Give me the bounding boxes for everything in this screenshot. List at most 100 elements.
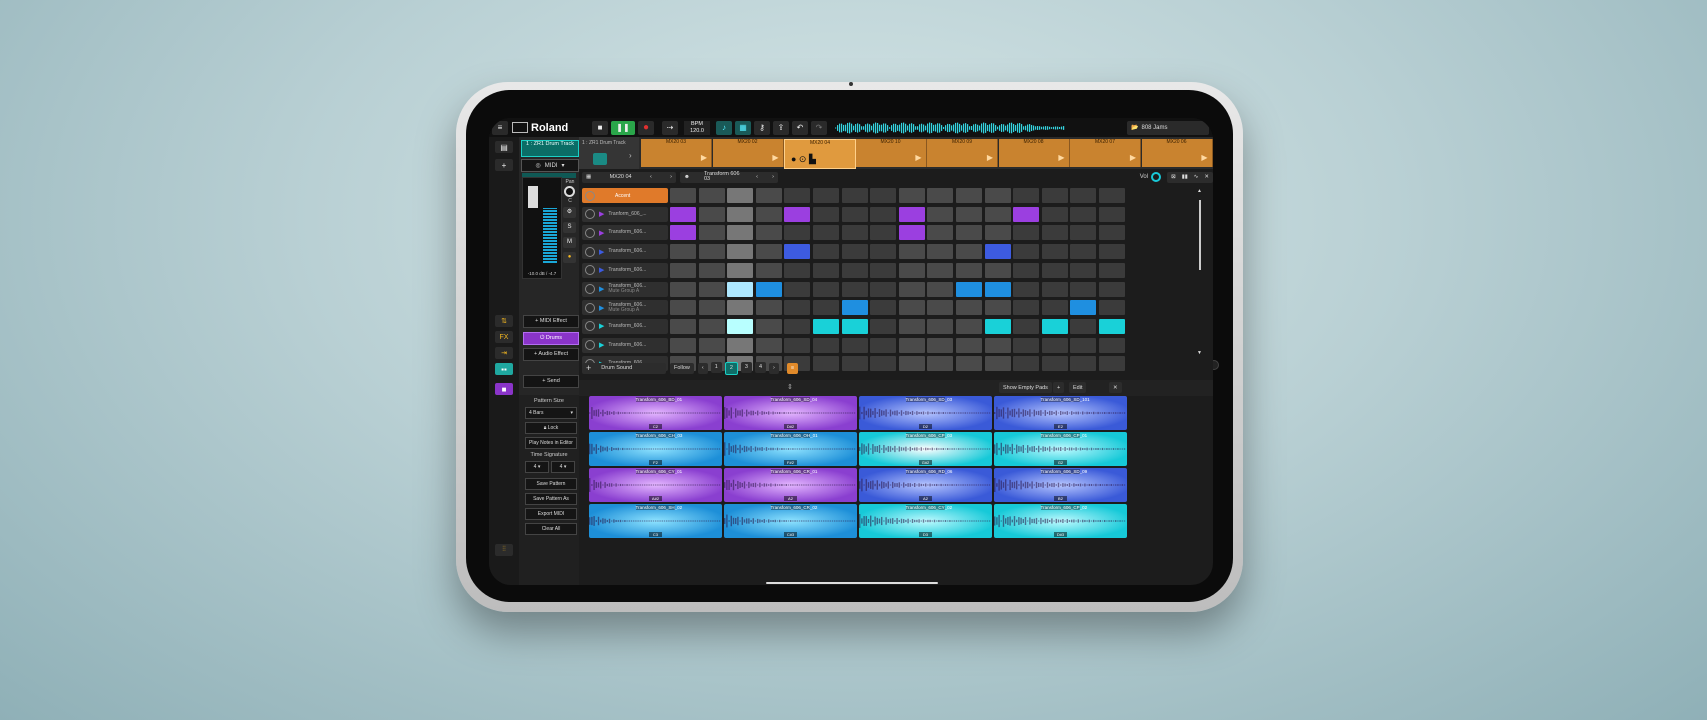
play-icon[interactable]: ▶ (599, 285, 604, 293)
step-cell[interactable] (984, 281, 1011, 297)
jams-selector[interactable]: 📂 808 Jams (1127, 120, 1209, 135)
monitor-icon[interactable]: ● (563, 252, 576, 263)
pads-view-icon[interactable]: ▪▪ (495, 363, 513, 375)
step-cell[interactable] (1070, 337, 1097, 353)
step-cell[interactable] (841, 262, 868, 278)
midi-select[interactable]: ◎ MIDI ▾ (521, 159, 579, 172)
track-name[interactable]: 1 : ZR1 Drum Track (521, 140, 579, 157)
undo-icon[interactable]: ↶ (792, 120, 808, 135)
step-cell[interactable] (898, 318, 925, 334)
step-cell[interactable] (670, 337, 696, 353)
step-cell[interactable] (727, 337, 754, 353)
timesig-numerator[interactable]: 4 ▾ (525, 461, 549, 473)
step-cell[interactable] (1070, 244, 1097, 260)
grid-scrollbar[interactable] (1199, 200, 1201, 270)
row-label-0[interactable]: Accent (582, 188, 668, 203)
effects-icon[interactable]: FX (495, 331, 513, 343)
step-cell[interactable] (1099, 318, 1125, 334)
page-button-3[interactable]: 3 (740, 361, 752, 373)
step-cell[interactable] (670, 318, 696, 334)
step-cell[interactable] (813, 225, 839, 241)
drum-pad[interactable]: Transform_606_CR_02 C#3 (724, 504, 857, 538)
page-button-1[interactable]: 1 (710, 361, 722, 373)
drum-pad[interactable]: Transform_606_SD_03 D2 (859, 396, 992, 430)
row-label-6[interactable]: ▶ Transform_606... Mute Group A (582, 300, 668, 316)
step-cell[interactable] (698, 244, 725, 260)
key-icon[interactable]: ⚷ (754, 120, 770, 135)
step-cell[interactable] (727, 300, 754, 316)
play-icon[interactable]: ▶ (599, 266, 604, 274)
home-indicator[interactable] (766, 582, 938, 584)
timesig-denominator[interactable]: 4 ▾ (551, 461, 575, 473)
step-cell[interactable] (784, 300, 811, 316)
step-cell[interactable] (956, 300, 982, 316)
step-cell[interactable] (698, 337, 725, 353)
step-cell[interactable] (1013, 206, 1040, 222)
close-icon[interactable]: ✕ (1204, 174, 1209, 180)
play-icon[interactable]: ▶ (599, 341, 604, 349)
mute-button[interactable]: M (563, 237, 576, 248)
step-cell[interactable] (727, 281, 754, 297)
add-track-icon[interactable]: + (495, 159, 513, 171)
step-cell[interactable] (1013, 318, 1040, 334)
step-cell[interactable] (898, 262, 925, 278)
clip-mx20-09[interactable]: MX20 09 ▶ (927, 139, 998, 167)
page-button-4[interactable]: 4 (754, 361, 766, 373)
row-label-4[interactable]: ▶ Transform_606... (582, 262, 668, 278)
add-drum-sound-button[interactable]: + Drum Sound (582, 362, 666, 374)
drum-pad[interactable]: Transform_606_CH_03 F2 (589, 432, 722, 466)
step-cell[interactable] (1013, 300, 1040, 316)
send-button[interactable]: + Send (523, 375, 579, 388)
step-cell[interactable] (755, 188, 782, 203)
step-cell[interactable] (1013, 225, 1040, 241)
page-next-icon[interactable]: › (769, 362, 779, 374)
step-cell[interactable] (670, 188, 696, 203)
step-cell[interactable] (927, 206, 954, 222)
step-cell[interactable] (927, 281, 954, 297)
step-cell[interactable] (1070, 262, 1097, 278)
drum-pad[interactable]: Transform_606_CR_01 A2 (724, 468, 857, 502)
step-cell[interactable] (870, 244, 897, 260)
step-cell[interactable] (755, 337, 782, 353)
step-cell[interactable] (784, 281, 811, 297)
step-cell[interactable] (870, 337, 897, 353)
clip-selector[interactable]: ▦ MX20 04 ‹ › (582, 171, 676, 183)
step-cell[interactable] (956, 225, 982, 241)
step-cell[interactable] (698, 318, 725, 334)
step-cell[interactable] (784, 244, 811, 260)
step-cell[interactable] (1041, 244, 1068, 260)
share-icon[interactable]: ⇪ (773, 120, 789, 135)
automation-icon[interactable]: ∿ (1194, 174, 1199, 180)
step-cell[interactable] (870, 281, 897, 297)
clip-mx20-03[interactable]: MX20 03 ▶ (641, 139, 712, 167)
step-cell[interactable] (927, 225, 954, 241)
step-cell[interactable] (784, 188, 811, 203)
accent-knob[interactable] (585, 190, 595, 201)
step-cell[interactable] (898, 244, 925, 260)
chevron-right-icon[interactable]: › (670, 174, 672, 180)
step-cell[interactable] (984, 300, 1011, 316)
step-cell[interactable] (670, 300, 696, 316)
step-cell[interactable] (1041, 225, 1068, 241)
clip-mx20-10[interactable]: MX20 10 ▶ (855, 139, 927, 167)
step-cell[interactable] (1099, 300, 1125, 316)
step-cell[interactable] (1041, 281, 1068, 297)
volume-knob[interactable] (585, 227, 595, 238)
pattern-view-icon[interactable]: ■ (495, 383, 513, 395)
step-cell[interactable] (698, 225, 725, 241)
step-cell[interactable] (1099, 337, 1125, 353)
step-cell[interactable] (841, 188, 868, 203)
step-cell[interactable] (927, 244, 954, 260)
drum-pad[interactable]: Transform_606_RD_06 A2 (859, 468, 992, 502)
clip-mx20-06[interactable]: MX20 06 ▶ (1141, 139, 1213, 167)
step-cell[interactable] (898, 206, 925, 222)
row-label-3[interactable]: ▶ Transform_606... (582, 244, 668, 260)
step-cell[interactable] (698, 300, 725, 316)
step-cell[interactable] (956, 188, 982, 203)
clip-mx20-08[interactable]: MX20 08 ▶ (998, 139, 1070, 167)
step-cell[interactable] (984, 318, 1011, 334)
step-cell[interactable] (984, 188, 1011, 203)
step-cell[interactable] (927, 318, 954, 334)
step-cell[interactable] (1099, 188, 1125, 203)
step-cell[interactable] (870, 188, 897, 203)
